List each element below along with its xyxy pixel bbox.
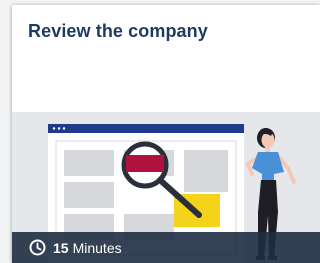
content-block <box>64 182 114 208</box>
duration-bar: 15 Minutes <box>12 232 320 263</box>
browser-top-bar <box>48 124 244 133</box>
duration-unit: Minutes <box>72 239 122 256</box>
highlight-red-block <box>126 155 164 172</box>
content-block <box>184 150 228 192</box>
content-block <box>64 150 114 176</box>
duration-value: 15 <box>53 239 69 256</box>
card-title: Review the company <box>28 21 208 41</box>
clock-icon <box>29 239 46 256</box>
task-card[interactable]: Review the company 15 Minutes <box>12 5 320 263</box>
